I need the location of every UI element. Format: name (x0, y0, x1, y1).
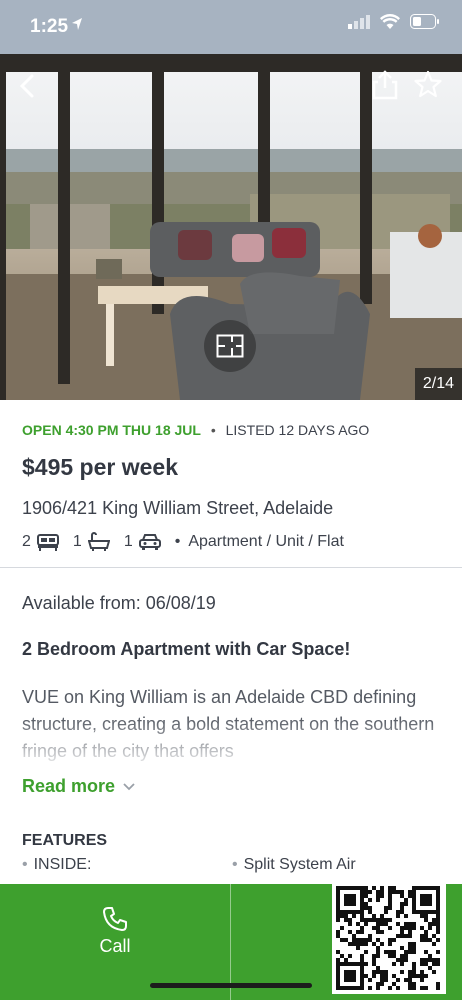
listed-date: LISTED 12 DAYS AGO (225, 422, 370, 438)
bath-icon (87, 532, 110, 551)
status-bar: 1:25 (0, 0, 462, 54)
read-more-button[interactable]: Read more (22, 776, 135, 797)
bullet: • (22, 856, 28, 873)
property-type: Apartment / Unit / Flat (188, 533, 344, 550)
floorplan-icon (216, 334, 244, 358)
car-icon (138, 534, 161, 550)
description-fade (0, 718, 462, 772)
chevron-down-icon (123, 782, 135, 790)
address: 1906/421 King William Street, Adelaide (22, 498, 334, 518)
price: $495 per week (22, 454, 179, 480)
home-indicator (150, 983, 312, 988)
signal-icon (348, 14, 370, 29)
status-icons (348, 14, 440, 29)
location-arrow-icon (71, 17, 83, 36)
available-date: Available from: 06/08/19 (22, 593, 216, 613)
property-photo-gallery[interactable]: 2/14 (0, 54, 462, 400)
read-more-label: Read more (22, 776, 116, 796)
inspection-time: OPEN 4:30 PM THU 18 JUL (22, 422, 201, 438)
listing-headline: 2 Bedroom Apartment with Car Space! (22, 639, 351, 659)
feature-item-right: • Split System Air (232, 856, 356, 874)
floorplan-button[interactable] (204, 320, 256, 372)
bed-icon (36, 534, 59, 551)
type-separator: • (174, 533, 181, 550)
bathroom-count: 1 (72, 533, 82, 550)
favorite-star-icon[interactable] (414, 70, 442, 98)
phone-icon (103, 906, 127, 931)
battery-icon (410, 14, 439, 29)
feature-label: INSIDE: (33, 856, 92, 873)
status-time: 1:25 (30, 16, 69, 37)
call-label: Call (99, 935, 131, 956)
bullet: • (232, 856, 238, 873)
back-icon[interactable] (16, 72, 40, 100)
wifi-icon (380, 14, 400, 29)
feature-label: Split System Air (243, 856, 356, 873)
parking-count: 1 (123, 533, 133, 550)
feature-item-left: • INSIDE: (22, 856, 91, 874)
bedroom-count: 2 (22, 533, 31, 550)
meta-separator: • (210, 422, 216, 438)
property-features-row: 2 1 1 • Apartment / Unit / Flat (22, 532, 344, 552)
photo-counter: 2/14 (414, 368, 462, 400)
section-divider (0, 567, 462, 568)
qr-code (332, 884, 446, 994)
features-heading: FEATURES (22, 832, 108, 849)
share-icon[interactable] (372, 70, 398, 100)
listing-meta: OPEN 4:30 PM THU 18 JUL • LISTED 12 DAYS… (22, 422, 369, 438)
